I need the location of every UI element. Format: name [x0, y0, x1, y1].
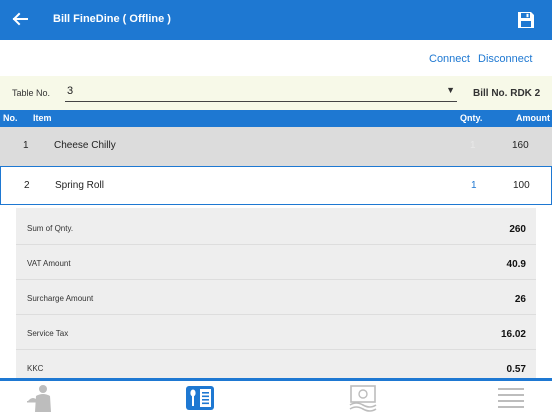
summary-label: KKC [27, 364, 44, 373]
bill-number: Bill No. RDK 2 [473, 88, 541, 99]
item-quantity[interactable]: 1 [471, 180, 477, 191]
page-title: Bill FineDine ( Offline ) [53, 13, 171, 25]
row-number: 2 [24, 180, 30, 191]
column-header-qty: Qnty. [460, 113, 483, 123]
row-number: 1 [23, 140, 29, 151]
summary-value: 16.02 [500, 329, 526, 340]
menu-card-icon[interactable] [185, 384, 215, 412]
table-no-label: Table No. [12, 88, 51, 98]
summary-row-vat: VAT Amount 40.9 [16, 245, 536, 280]
connect-link[interactable]: Connect [429, 53, 470, 65]
table-row[interactable]: 2 Spring Roll 1 100 [0, 166, 552, 205]
item-amount: 100 [513, 180, 530, 191]
column-header-item: Item [33, 113, 52, 123]
disconnect-link[interactable]: Disconnect [478, 53, 532, 65]
summary-value: 260 [509, 224, 526, 235]
table-row[interactable]: 1 Cheese Chilly 1 160 [0, 127, 552, 166]
connection-bar: Connect Disconnect [0, 40, 552, 76]
item-name: Spring Roll [55, 180, 104, 191]
summary-value: 26 [514, 294, 526, 305]
summary-label: Service Tax [27, 329, 69, 338]
cash-icon[interactable] [348, 384, 378, 412]
column-header-no: No. [3, 113, 18, 123]
summary-label: VAT Amount [27, 259, 71, 268]
item-name: Cheese Chilly [54, 140, 116, 151]
items-table-header: No. Item Qnty. Amount [0, 110, 552, 127]
item-amount: 160 [512, 140, 529, 151]
summary-row-service-tax: Service Tax 16.02 [16, 315, 536, 350]
summary-label: Sum of Qnty. [27, 224, 74, 233]
save-icon[interactable] [516, 10, 536, 30]
table-no-select[interactable]: 3 ▼ [65, 82, 457, 102]
back-arrow-icon[interactable] [10, 9, 30, 29]
list-icon[interactable] [496, 384, 526, 412]
column-header-amount: Amount [516, 113, 550, 123]
summary-row-surcharge: Surcharge Amount 26 [16, 280, 536, 315]
summary-label: Surcharge Amount [27, 294, 94, 303]
table-no-value: 3 [67, 85, 74, 97]
summary-value: 0.57 [506, 364, 526, 375]
summary-row-qty: Sum of Qnty. 260 [16, 210, 536, 245]
item-quantity[interactable]: 1 [470, 140, 476, 151]
bottom-navigation [0, 378, 552, 414]
waiter-icon[interactable] [27, 384, 57, 412]
app-header: Bill FineDine ( Offline ) [0, 0, 552, 40]
bill-summary: Sum of Qnty. 260 VAT Amount 40.9 Surchar… [16, 208, 536, 380]
dropdown-arrow-icon[interactable]: ▼ [446, 85, 455, 95]
summary-value: 40.9 [506, 259, 526, 270]
table-selector-row: Table No. 3 ▼ Bill No. RDK 2 [0, 76, 552, 110]
